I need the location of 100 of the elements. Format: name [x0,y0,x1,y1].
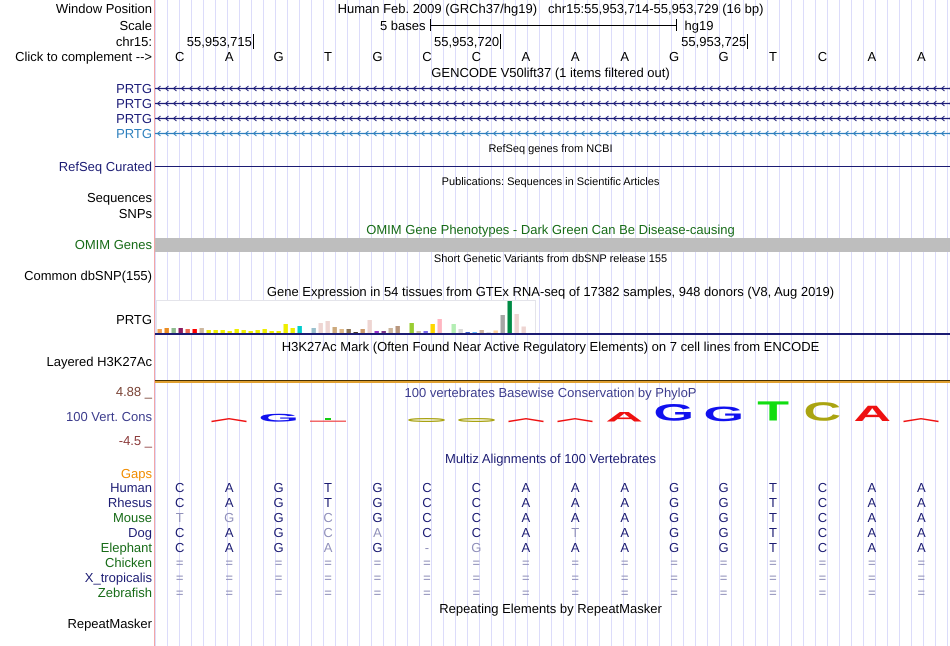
track-label: Sequences [86,190,152,205]
aligned-base: A [373,526,382,540]
expression-bar [312,328,316,333]
aligned-base: G [669,480,680,494]
aligned-base: A [521,510,530,524]
aligned-base: = [472,586,480,600]
aligned-base: = [769,586,777,600]
track-title: GENCODE V50lift37 (1 items filtered out) [431,65,670,80]
aligned-base: A [620,540,629,554]
dna-base[interactable]: A [916,50,926,64]
track-title: H3K27Ac Mark (Often Found Near Active Regulatory Elements) on 7 cell lines from ENCODE [282,338,820,354]
chevron-icon [903,418,940,422]
track-title: Multiz Alignments of 100 Vertebrates [444,450,656,466]
aligned-base: = [374,586,382,600]
aligned-base: = [620,570,628,584]
expression-bar [480,330,484,333]
expression-bar [262,329,267,333]
chevron-icon [557,418,594,422]
track-title: Repeating Elements by RepeatMasker [439,600,662,616]
dna-base[interactable]: G [718,50,729,64]
aligned-base: A [868,480,876,494]
aligned-base: G [274,526,284,540]
dna-base[interactable]: A [521,50,530,64]
aligned-base: C [175,496,184,510]
dna-base[interactable]: G [372,50,383,64]
track-title: Gene Expression in 54 tissues from GTEx RNA-seq of 17382 samples, 948 donors (V8, Aug 2019) [266,284,834,299]
oval-icon [408,418,446,422]
aligned-base: A [224,540,234,554]
expression-bar [298,326,302,333]
coordinate-label: 55,953,715 [186,34,254,48]
dna-base[interactable]: C [818,50,828,64]
aligned-base: C [818,540,828,554]
logo-letter: G [703,407,744,422]
track-label: SNPs [118,206,152,220]
expression-bar [458,329,463,333]
aligned-base: A [521,526,530,540]
aligned-base: A [868,496,876,510]
aligned-base: = [818,556,826,570]
expression-bar [164,328,169,333]
dna-base[interactable]: C [472,50,482,64]
track-label: Dog [128,525,152,540]
expression-bar [256,330,260,333]
track-label: PRTG [116,111,152,126]
aligned-base: A [570,480,580,494]
logo-letter: G [258,414,299,422]
aligned-base: = [374,570,382,584]
expression-bar [346,329,351,333]
aligned-base: G [669,496,680,510]
aligned-base: G [669,526,680,540]
track-label: Window Position [56,1,152,16]
dna-base[interactable]: C [175,50,184,64]
dna-base[interactable]: A [868,50,876,64]
aligned-base: T [324,480,332,494]
aligned-base: = [225,586,233,600]
aligned-base: T [768,496,777,510]
aligned-base: A [620,526,629,540]
dna-base[interactable]: A [570,50,580,64]
aligned-base: = [274,586,282,600]
coordinate-label: 55,953,720 [434,34,502,48]
aligned-base: = [769,570,777,584]
track-label: chr15: [116,34,152,48]
aligned-base: G [372,540,383,554]
aligned-base: = [324,586,332,600]
expression-bar [430,324,435,333]
browser-title: chr15:55,953,714-55,953,729 (16 bp) [548,1,764,16]
expression-bar [438,319,442,333]
aligned-base: = [620,586,628,600]
aligned-base: A [521,496,530,510]
aligned-base: = [274,556,282,570]
aligned-base: G [274,496,284,510]
aligned-base: A [224,526,234,540]
track-label: Zebrafish [98,585,152,600]
aligned-base: C [175,540,184,554]
aligned-base: = [620,556,628,570]
aligned-base: A [620,480,629,494]
chevron-icon [508,418,544,422]
aligned-base: T [768,526,777,540]
expression-bar [242,330,246,333]
aligned-base: = [571,570,580,584]
aligned-base: G [471,540,482,554]
dna-base[interactable]: A [620,50,629,64]
aligned-base: = [720,570,728,584]
aligned-base: C [472,480,482,494]
dna-base[interactable]: A [224,50,234,64]
aligned-base: A [868,540,876,554]
dna-base[interactable]: G [669,50,680,64]
dna-base[interactable]: T [324,50,332,64]
track-label: 4.88 _ [116,384,152,399]
dna-base[interactable]: C [422,50,432,64]
aligned-base: = [818,570,826,584]
dna-base[interactable]: T [768,50,777,64]
dna-base[interactable]: G [274,50,284,64]
aligned-base: G [718,510,729,524]
track-label: Rhesus [108,495,152,510]
track-label: Human [110,480,152,495]
track-title: OMIM Gene Phenotypes - Dark Green Can Be Disease-causing [366,222,735,236]
aligned-base: = [472,556,480,570]
aligned-base: A [570,540,580,554]
aligned-base: T [768,480,777,494]
aligned-base: = [670,570,678,584]
